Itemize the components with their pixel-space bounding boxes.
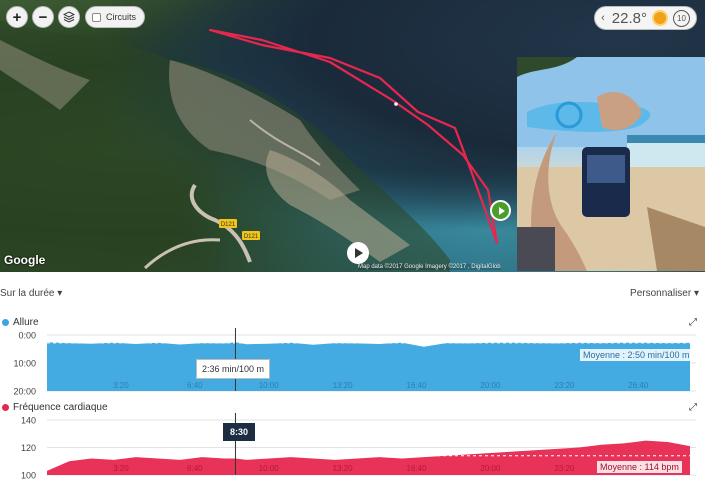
sun-icon — [654, 12, 666, 24]
pace-chart-label: Allure — [13, 317, 39, 328]
hr-average-label: Moyenne : 114 bpm — [597, 461, 682, 473]
replay-button[interactable] — [347, 242, 369, 264]
x-tick-label: 16:40 — [407, 381, 428, 390]
expand-icon[interactable]: ⤢ — [689, 402, 697, 413]
hr-legend-dot — [2, 404, 9, 411]
pace-chart[interactable]: 0:00 10:00 20:00 3:20 6:40 10:00 13:20 16:40 20:… — [0, 328, 705, 398]
x-tick-label: 26:40 — [628, 381, 649, 390]
activity-photo[interactable] — [517, 57, 705, 271]
y-tick-label: 140 — [21, 416, 36, 426]
map-view[interactable]: D121 D121 + − Circuits ‹ 22.8° 10 Google… — [0, 0, 705, 272]
pace-average-label: Moyenne : 2:50 min/100 m — [580, 349, 693, 361]
circuits-label: Circuits — [106, 12, 137, 22]
customize-button[interactable]: Personnaliser ▾ — [630, 288, 699, 299]
y-tick-label: 100 — [21, 471, 36, 481]
weather-widget: ‹ 22.8° 10 — [594, 6, 697, 30]
x-tick-label: 23:20 — [554, 464, 575, 473]
x-tick-label: 13:20 — [333, 381, 354, 390]
x-tick-label: 3:20 — [113, 381, 129, 390]
y-tick-label: 20:00 — [13, 387, 36, 397]
play-icon — [498, 206, 505, 215]
google-logo: Google — [4, 253, 46, 267]
hr-chart[interactable]: 140 120 100 3:20 6:40 10:00 13:20 16:40 20:00 23:… — [0, 413, 705, 485]
pace-legend-dot — [2, 319, 9, 326]
x-tick-label: 6:40 — [187, 464, 203, 473]
hr-area — [47, 440, 690, 475]
zoom-in-button[interactable]: + — [6, 6, 28, 28]
pace-tooltip: 2:36 min/100 m — [196, 359, 271, 379]
circuits-toggle[interactable]: Circuits — [85, 6, 146, 28]
x-tick-label: 10:00 — [259, 464, 280, 473]
layers-icon — [63, 11, 75, 23]
x-tick-label: 16:40 — [407, 464, 428, 473]
pace-chart-title: Allure — [2, 317, 39, 328]
hr-chart-title: Fréquence cardiaque — [2, 402, 108, 413]
play-icon — [355, 248, 363, 258]
start-marker[interactable] — [490, 200, 511, 221]
temperature: 22.8° — [611, 9, 647, 27]
x-tick-label: 6:40 — [187, 381, 203, 390]
x-tick-label: 3:20 — [113, 464, 129, 473]
duration-select[interactable]: Sur la durée ▾ — [0, 288, 62, 299]
x-tick-label: 23:20 — [554, 381, 575, 390]
x-tick-label: 20:00 — [480, 381, 501, 390]
hr-cursor-label: 8:30 — [223, 423, 256, 441]
chevron-left-icon[interactable]: ‹ — [601, 12, 605, 24]
x-tick-label: 10:00 — [259, 381, 280, 390]
x-tick-label: 13:20 — [333, 464, 354, 473]
layers-button[interactable] — [58, 6, 80, 28]
y-tick-label: 120 — [21, 443, 36, 453]
wind-icon: 10 — [673, 9, 690, 27]
hr-chart-label: Fréquence cardiaque — [13, 402, 108, 413]
circuits-checkbox[interactable] — [92, 12, 101, 22]
y-tick-label: 10:00 — [13, 359, 36, 369]
expand-icon[interactable]: ⤢ — [689, 317, 697, 328]
map-attribution[interactable]: Map data ©2017 Google Imagery ©2017 , Di… — [358, 264, 501, 270]
y-tick-label: 0:00 — [18, 331, 36, 341]
zoom-out-button[interactable]: − — [32, 6, 54, 28]
x-tick-label: 20:00 — [480, 464, 501, 473]
photo-content — [517, 57, 705, 271]
